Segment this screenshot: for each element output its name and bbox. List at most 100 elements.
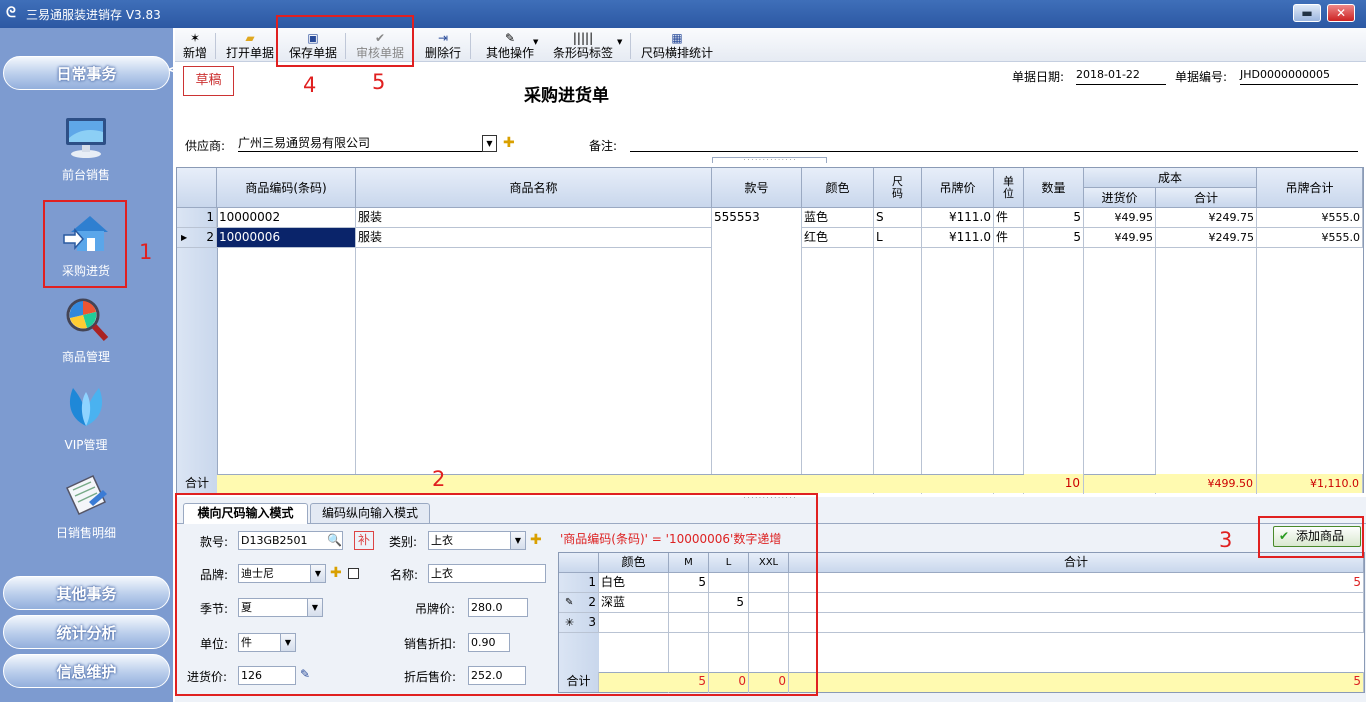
cell-style[interactable]: 555553 (712, 208, 802, 228)
sum-tag-total: ¥1,110.0 (1257, 474, 1363, 493)
column-group-cost: 成本 (1084, 168, 1257, 188)
size-cell-total (789, 593, 1364, 613)
monitor-icon (63, 114, 109, 160)
supplier-label: 供应商: (185, 139, 226, 153)
sum-cost-total: ¥499.50 (1156, 474, 1257, 493)
statistics-button[interactable]: 统计分析 (3, 615, 170, 649)
sidebar-item-vip[interactable]: VIP管理 (30, 384, 142, 453)
column-header-code[interactable]: 商品编码(条码) (217, 168, 356, 208)
row-number[interactable]: 1 (177, 208, 217, 228)
column-header-size[interactable]: 尺码 (874, 168, 922, 208)
sum-qty: 10 (1024, 474, 1084, 493)
splitter-handle[interactable]: · · · · · · · · · · · · · · (712, 157, 827, 164)
annotation-number-3: 3 (1219, 528, 1233, 552)
column-header-style[interactable]: 款号 (712, 168, 802, 208)
size-horizontal-stats-button[interactable]: ▦ 尺码横排统计 (638, 28, 716, 62)
sidebar-item-label: 商品管理 (61, 350, 110, 364)
toolbar-separator (215, 33, 216, 59)
open-document-button[interactable]: ▰ 打开单据 (225, 28, 275, 62)
table-grid-icon: ▦ (671, 31, 683, 45)
magnifier-chart-icon (63, 296, 109, 342)
new-button[interactable]: ✶ 新增 (180, 28, 210, 62)
annotation-number-5: 5 (372, 70, 386, 94)
edit-icon: ✎ (504, 31, 516, 45)
column-header-qty[interactable]: 数量 (1024, 168, 1084, 208)
annotation-box-3 (1258, 516, 1364, 558)
document-number-field[interactable]: JHD0000000005 (1240, 68, 1358, 85)
supplier-field[interactable]: 广州三易通贸易有限公司 (238, 134, 483, 152)
cell-color[interactable]: 蓝色 (802, 208, 874, 228)
barcode-icon: ||||| (572, 31, 594, 45)
window-title: 三易通服装进销存 V3.83 (26, 8, 161, 22)
size-cell-total: 5 (789, 573, 1364, 593)
annotation-number-2: 2 (432, 467, 446, 491)
cell-qty[interactable]: 5 (1024, 228, 1084, 248)
cell-code-selected[interactable]: 10000006 (217, 228, 356, 248)
sidebar-item-front-sales[interactable]: 前台销售 (30, 114, 142, 183)
cell-cost-total[interactable]: ¥249.75 (1156, 208, 1257, 228)
add-supplier-icon[interactable]: ✚ (503, 135, 515, 151)
row-number-header (177, 168, 217, 208)
annotation-box-2 (175, 493, 818, 696)
annotation-number-4: 4 (303, 73, 317, 97)
vip-leaf-icon (63, 384, 109, 430)
folder-icon: ▰ (245, 31, 255, 45)
cell-qty[interactable]: 5 (1024, 208, 1084, 228)
cell-cost-total[interactable]: ¥249.75 (1156, 228, 1257, 248)
delete-row-button[interactable]: ⇥ 删除行 (423, 28, 463, 62)
sidebar-item-daily-sales[interactable]: 日销售明细 (30, 472, 142, 541)
column-header-unit[interactable]: 单位 (994, 168, 1024, 208)
minimize-button[interactable]: ▬ (1293, 4, 1321, 22)
supplier-dropdown-button[interactable]: ▼ (482, 135, 497, 152)
cell-unit[interactable]: 件 (994, 208, 1024, 228)
purchase-items-table: 商品编码(条码) 商品名称 款号 颜色 尺码 吊牌价 单位 数量 成本 进货价 … (176, 167, 1364, 494)
cell-tag-total[interactable]: ¥555.0 (1257, 208, 1363, 228)
cell-size[interactable]: S (874, 208, 922, 228)
cell-style[interactable] (712, 228, 802, 248)
page-title: 采购进货单 (524, 86, 609, 106)
row-number[interactable]: ▶ 2 (177, 228, 217, 248)
cell-unit[interactable]: 件 (994, 228, 1024, 248)
column-header-color[interactable]: 颜色 (802, 168, 874, 208)
close-button[interactable]: ✕ (1327, 4, 1355, 22)
barcode-label-button[interactable]: ||||| 条形码标签 (550, 28, 616, 62)
size-cell-total (789, 613, 1364, 633)
current-row-indicator-icon: ▶ (181, 233, 188, 242)
column-header-cost-price[interactable]: 进货价 (1084, 188, 1156, 208)
cell-size[interactable]: L (874, 228, 922, 248)
toolbar-separator (630, 33, 631, 59)
cell-code[interactable]: 10000002 (217, 208, 356, 228)
cell-tag-total[interactable]: ¥555.0 (1257, 228, 1363, 248)
cell-tag-price[interactable]: ¥111.0 (922, 228, 994, 248)
other-affairs-button[interactable]: 其他事务 (3, 576, 170, 610)
cell-cost-price[interactable]: ¥49.95 (1084, 228, 1156, 248)
column-header-cost-total[interactable]: 合计 (1156, 188, 1257, 208)
delete-row-icon: ⇥ (437, 31, 449, 45)
date-label: 单据日期: (1012, 70, 1065, 84)
annotation-box-4-5 (276, 15, 414, 67)
sidebar-item-product-management[interactable]: 商品管理 (30, 296, 142, 365)
date-field[interactable]: 2018-01-22 (1076, 68, 1166, 85)
sidebar: << 日常事务 前台销售 采购进货 商品管理 VIP管理 日销售明细 其他事务 … (0, 28, 178, 702)
remark-field[interactable] (630, 134, 1358, 152)
cell-tag-price[interactable]: ¥111.0 (922, 208, 994, 228)
number-label: 单据编号: (1175, 70, 1228, 84)
app-logo-icon: ᘓ (6, 5, 16, 21)
toolbar-separator (470, 33, 471, 59)
new-doc-icon: ✶ (189, 31, 201, 45)
cell-color[interactable]: 红色 (802, 228, 874, 248)
sidebar-item-label: VIP管理 (64, 438, 108, 452)
cell-name[interactable]: 服装 (356, 208, 712, 228)
daily-sales-icon (63, 472, 109, 518)
annotation-number-1: 1 (139, 240, 153, 264)
other-operations-button[interactable]: ✎ 其他操作 (480, 28, 540, 62)
cell-cost-price[interactable]: ¥49.95 (1084, 208, 1156, 228)
remark-label: 备注: (589, 139, 618, 153)
column-header-tag-total[interactable]: 吊牌合计 (1257, 168, 1363, 208)
daily-affairs-button[interactable]: 日常事务 (3, 56, 170, 90)
cell-name[interactable]: 服装 (356, 228, 712, 248)
sidebar-item-label: 日销售明细 (55, 526, 116, 540)
info-maintenance-button[interactable]: 信息维护 (3, 654, 170, 688)
column-header-tag-price[interactable]: 吊牌价 (922, 168, 994, 208)
column-header-name[interactable]: 商品名称 (356, 168, 712, 208)
